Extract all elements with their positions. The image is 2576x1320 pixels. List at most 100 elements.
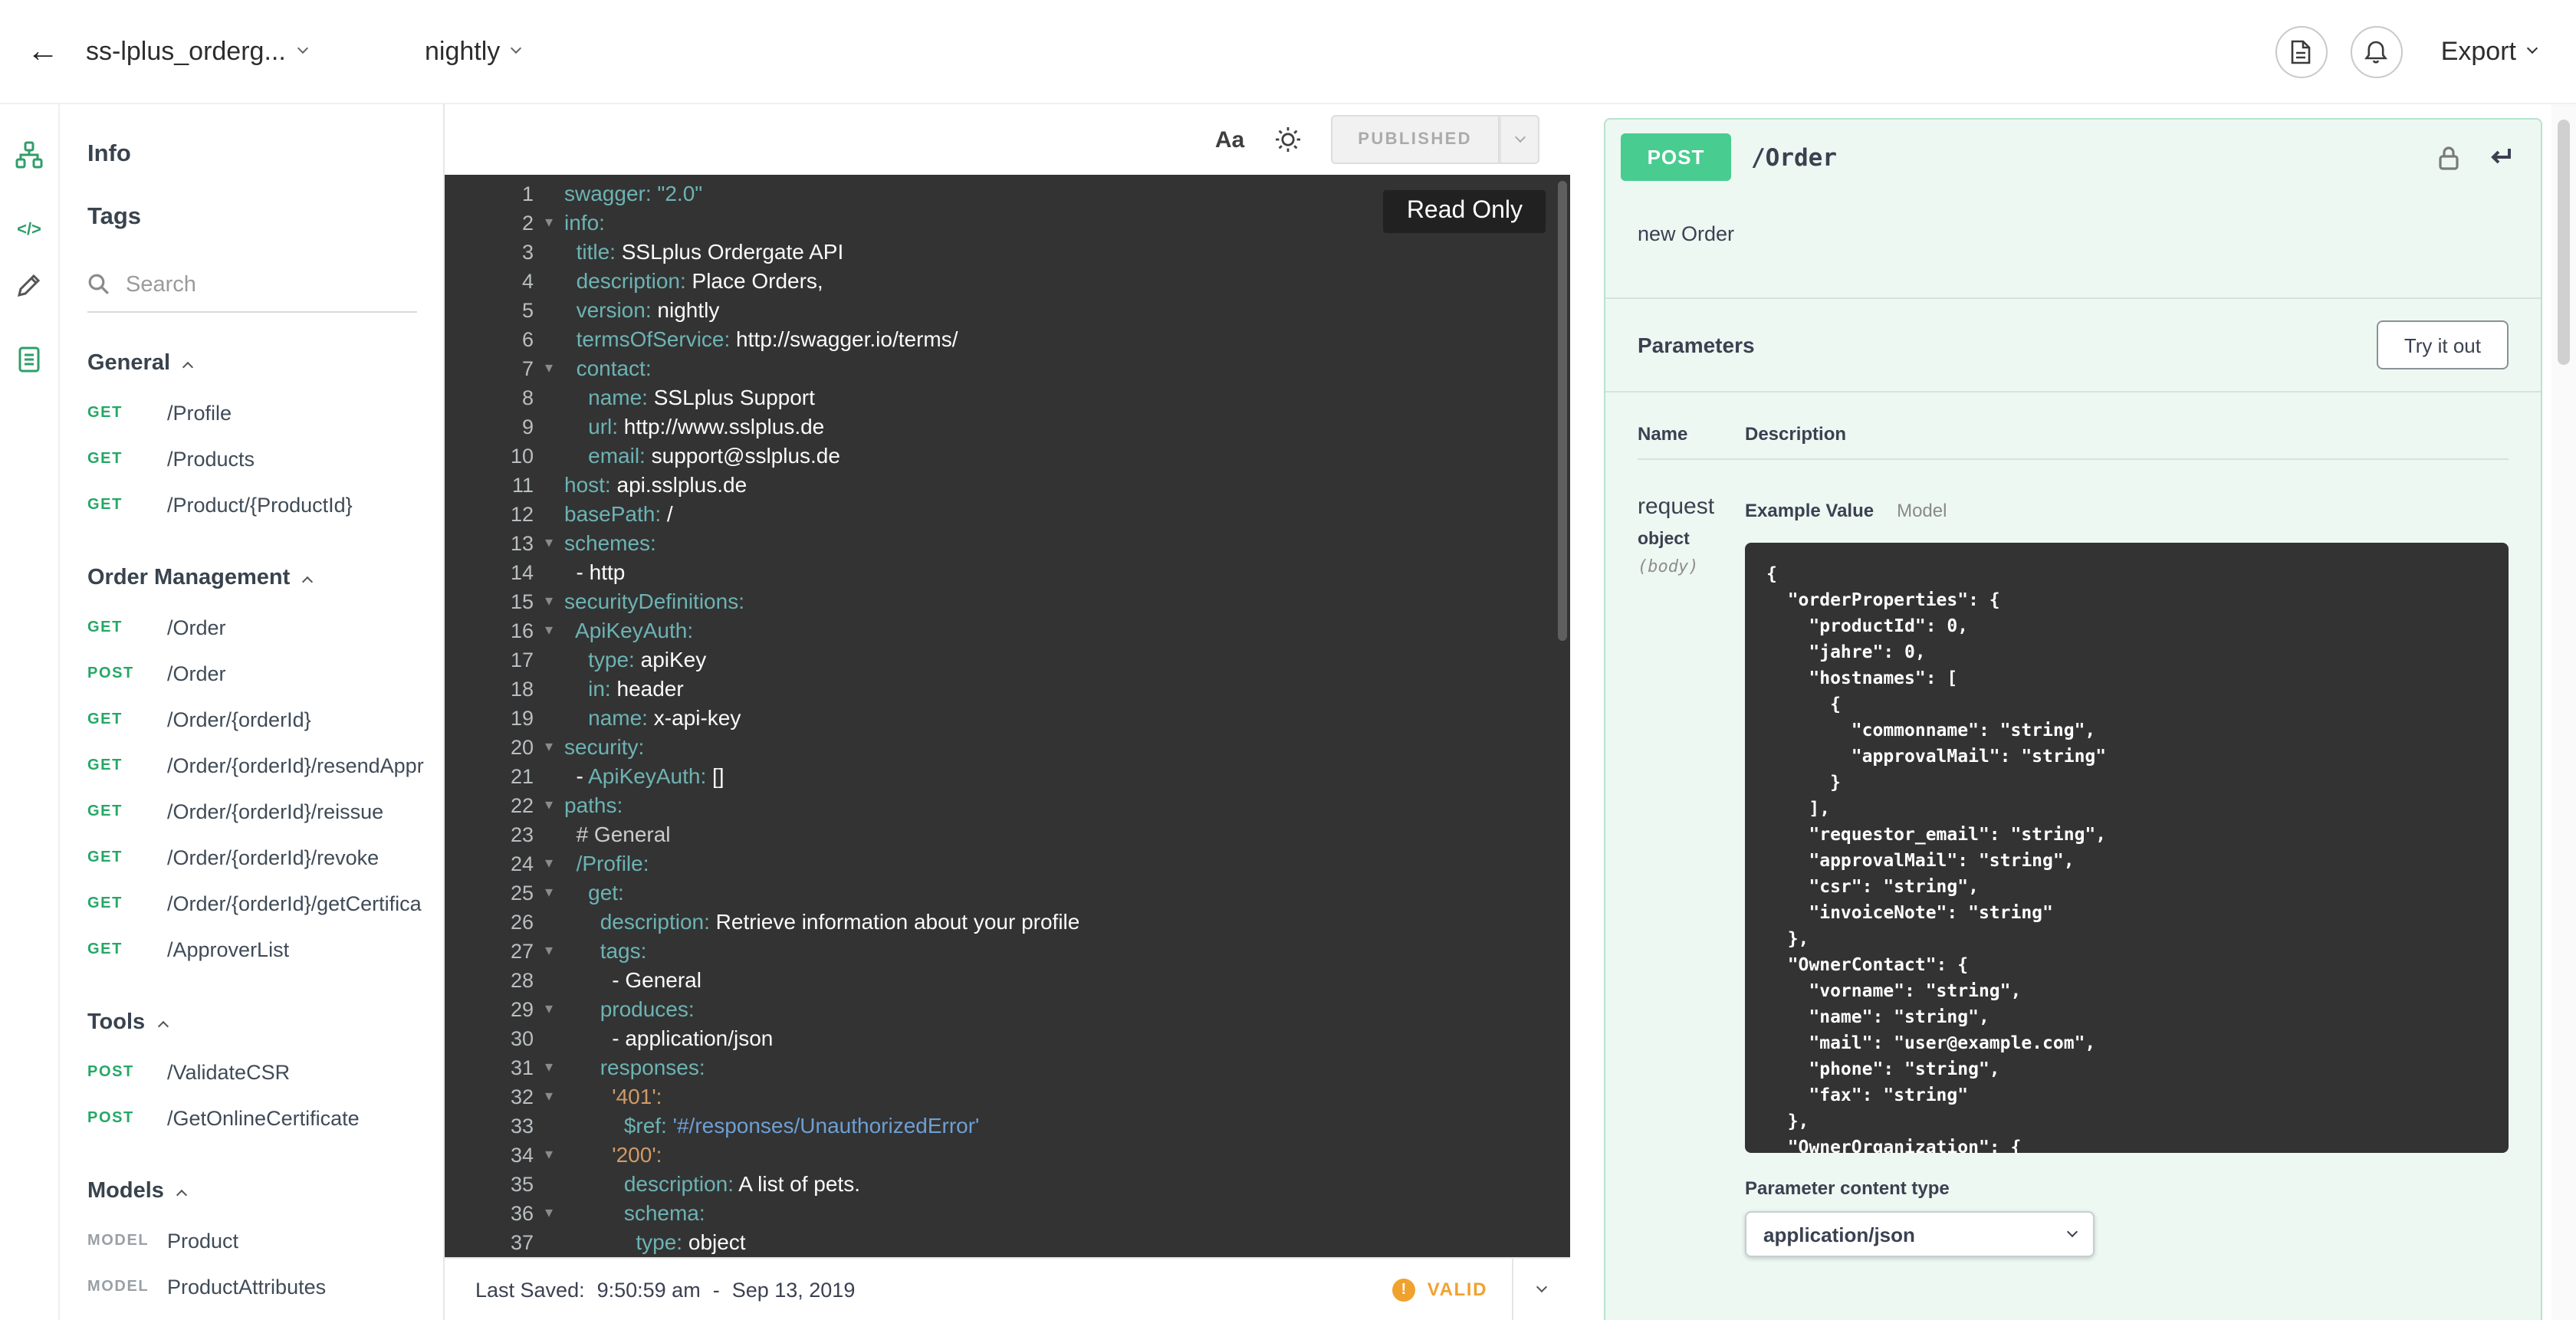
fold-caret-icon[interactable]: ▾ (534, 354, 564, 383)
fold-caret-icon[interactable]: ▾ (534, 1141, 564, 1170)
code-line[interactable]: 23 # General (445, 820, 1570, 849)
sidebar-item-info[interactable]: Info (87, 123, 443, 186)
fold-caret-icon[interactable]: ▾ (534, 937, 564, 966)
code-line[interactable]: 7 ▾ contact: (445, 354, 1570, 383)
code-line[interactable]: 27 ▾ tags: (445, 937, 1570, 966)
section-header[interactable]: Tools (87, 997, 443, 1049)
code-line[interactable]: 5 version: nightly (445, 296, 1570, 325)
content-type-select[interactable]: application/json (1745, 1211, 2095, 1257)
code-view-button[interactable]: </> (17, 221, 41, 239)
sidebar-item[interactable]: POST/GetOnlineCertificate (87, 1095, 443, 1141)
sidebar-item[interactable]: GET/Order/{orderId}/reissue (87, 788, 443, 834)
code-line[interactable]: 10 email: support@sslplus.de (445, 442, 1570, 471)
sidebar-item[interactable]: GET/Order (87, 604, 443, 650)
tab-model[interactable]: Model (1897, 500, 1947, 521)
sidebar-item[interactable]: GET/ApproverList (87, 926, 443, 972)
code-line[interactable]: 8 name: SSLplus Support (445, 383, 1570, 412)
fold-caret-icon[interactable]: ▾ (534, 1053, 564, 1082)
code-line[interactable]: 15 ▾ securityDefinitions: (445, 587, 1570, 616)
version-dropdown[interactable]: nightly (425, 36, 522, 67)
code-line[interactable]: 36 ▾ schema: (445, 1199, 1570, 1228)
notifications-button[interactable] (2350, 25, 2403, 77)
page-scrollbar-thumb[interactable] (2558, 120, 2570, 365)
code-line[interactable]: 37 type: object (445, 1228, 1570, 1257)
try-it-out-button[interactable]: Try it out (2376, 320, 2509, 369)
code-line[interactable]: 16 ▾ ApiKeyAuth: (445, 616, 1570, 645)
section-header[interactable]: Models (87, 1165, 443, 1217)
example-json-block[interactable]: { "orderProperties": { "productId": 0, "… (1745, 543, 2509, 1153)
code-line[interactable]: 4 description: Place Orders, (445, 267, 1570, 296)
fold-caret-icon[interactable]: ▾ (534, 849, 564, 878)
code-line[interactable]: 18 in: header (445, 675, 1570, 704)
section-header[interactable]: General (87, 337, 443, 389)
fold-caret-icon[interactable]: ▾ (534, 733, 564, 762)
fold-caret-icon[interactable]: ▾ (534, 616, 564, 645)
tab-example-value[interactable]: Example Value (1745, 500, 1874, 521)
code-line[interactable]: 3 title: SSLplus Ordergate API (445, 238, 1570, 267)
back-button[interactable]: ← (0, 33, 86, 70)
code-line[interactable]: 12 basePath: / (445, 500, 1570, 529)
published-button[interactable]: PUBLISHED (1330, 115, 1500, 164)
validation-status[interactable]: ! VALID (1392, 1259, 1570, 1320)
fold-caret-icon[interactable]: ▾ (534, 1082, 564, 1111)
sidebar-item[interactable]: GET/Products (87, 435, 443, 481)
sidebar-item[interactable]: GET/Order/{orderId}/revoke (87, 834, 443, 880)
code-editor[interactable]: 1 swagger: "2.0" 2 ▾ info: 3 title: SSLplus O… (445, 175, 1570, 1257)
code-line[interactable]: 30 - application/json (445, 1024, 1570, 1053)
code-line[interactable]: 21 - ApiKeyAuth: [] (445, 762, 1570, 791)
edit-button[interactable] (17, 273, 41, 297)
editor-scrollbar[interactable] (1558, 181, 1567, 641)
code-line[interactable]: 6 termsOfService: http://swagger.io/term… (445, 325, 1570, 354)
code-line[interactable]: 24 ▾ /Profile: (445, 849, 1570, 878)
sidebar-item[interactable]: POST/Order (87, 650, 443, 696)
fold-caret-icon[interactable]: ▾ (534, 587, 564, 616)
sidebar-item[interactable]: MODEL Product (87, 1217, 443, 1263)
code-line[interactable]: 19 name: x-api-key (445, 704, 1570, 733)
sidebar-item[interactable]: GET/Order/{orderId}/resendAppr (87, 742, 443, 788)
published-chevron-button[interactable] (1500, 115, 1539, 164)
sidebar-item[interactable]: GET/Order/{orderId}/getCertifica (87, 880, 443, 926)
code-line[interactable]: 9 url: http://www.sslplus.de (445, 412, 1570, 442)
code-line[interactable]: 34 ▾ '200': (445, 1141, 1570, 1170)
code-line[interactable]: 22 ▾ paths: (445, 791, 1570, 820)
sidebar-item[interactable]: MODELValidationTypes (87, 1309, 443, 1320)
code-line[interactable]: 31 ▾ responses: (445, 1053, 1570, 1082)
code-line[interactable]: 14 - http (445, 558, 1570, 587)
fold-caret-icon[interactable]: ▾ (534, 209, 564, 238)
fold-caret-icon[interactable]: ▾ (534, 878, 564, 908)
fold-caret-icon[interactable]: ▾ (534, 1199, 564, 1228)
sidebar-item[interactable]: GET/Profile (87, 389, 443, 435)
code-line[interactable]: 35 description: A list of pets. (445, 1170, 1570, 1199)
fold-caret-icon[interactable]: ▾ (534, 791, 564, 820)
api-name-dropdown[interactable]: ss-lplus_orderg... (86, 36, 309, 67)
sidebar-item-tags[interactable]: Tags (87, 186, 443, 248)
section-header[interactable]: Order Management (87, 552, 443, 604)
sidebar-item[interactable]: GET/Product/{ProductId} (87, 481, 443, 527)
status-expand-button[interactable] (1512, 1259, 1570, 1320)
code-line[interactable]: 13 ▾ schemes: (445, 529, 1570, 558)
collapse-operation-button[interactable] (2486, 147, 2513, 167)
sidebar-item[interactable]: GET/Order/{orderId} (87, 696, 443, 742)
theme-toggle-button[interactable] (1273, 126, 1301, 153)
code-line[interactable]: 29 ▾ produces: (445, 995, 1570, 1024)
docs-button[interactable] (18, 346, 40, 373)
sidebar-item[interactable]: POST/ValidateCSR (87, 1049, 443, 1095)
fold-caret-icon[interactable]: ▾ (534, 995, 564, 1024)
code-line[interactable]: 20 ▾ security: (445, 733, 1570, 762)
code-line[interactable]: 28 - General (445, 966, 1570, 995)
sidebar-item[interactable]: MODEL ProductAttributes (87, 1263, 443, 1309)
code-line[interactable]: 26 description: Retrieve information abo… (445, 908, 1570, 937)
changelog-button[interactable] (2275, 25, 2328, 77)
code-line[interactable]: 33 $ref: '#/responses/UnauthorizedError' (445, 1111, 1570, 1141)
code-line[interactable]: 32 ▾ '401': (445, 1082, 1570, 1111)
code-line[interactable]: 17 type: apiKey (445, 645, 1570, 675)
export-dropdown[interactable]: Export (2441, 36, 2538, 67)
auth-lock-button[interactable] (2438, 143, 2459, 171)
code-line[interactable]: 25 ▾ get: (445, 878, 1570, 908)
search-input[interactable] (126, 272, 386, 297)
fold-caret-icon[interactable]: ▾ (534, 529, 564, 558)
code-line[interactable]: 11 host: api.sslplus.de (445, 471, 1570, 500)
font-size-button[interactable]: Aa (1215, 126, 1244, 153)
operation-summary[interactable]: POST /Order (1605, 120, 2541, 195)
api-hub-button[interactable] (15, 141, 43, 169)
